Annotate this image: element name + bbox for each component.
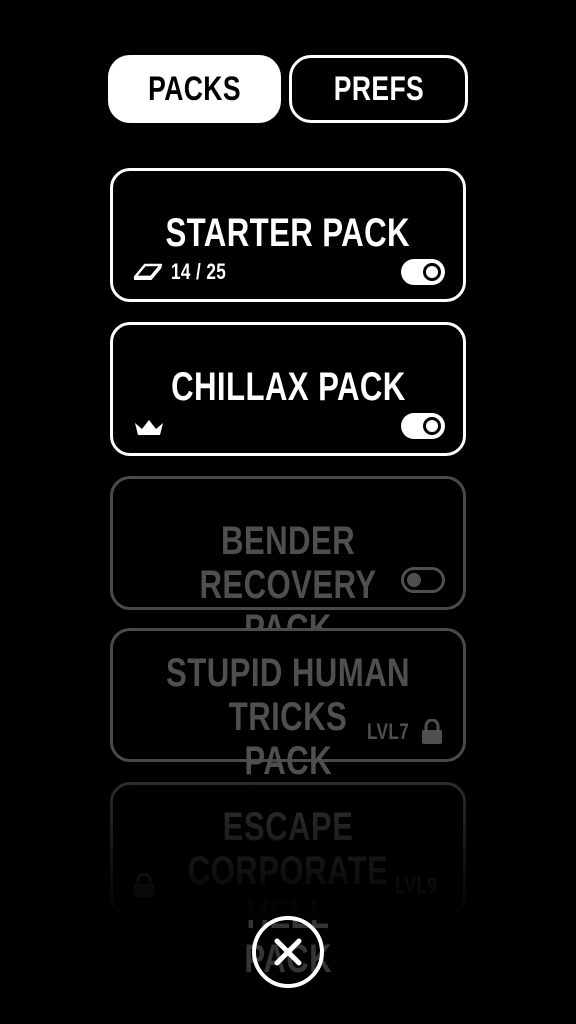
pack-card-chillax[interactable]: CHILLAX PACK [110, 322, 466, 456]
crown-icon [135, 420, 163, 435]
pack-progress-text: 14 / 25 [171, 259, 227, 284]
tab-bar: PACKS PREFS [108, 55, 468, 123]
pack-toggle[interactable] [401, 413, 445, 439]
pack-card-bender-recovery[interactable]: BENDER RECOVERY PACK [110, 476, 466, 651]
tab-prefs-label: PREFS [333, 69, 424, 108]
pack-card-starter[interactable]: STARTER PACK 14 / 25 [110, 168, 466, 302]
toggle-knob [423, 417, 441, 435]
pack-toggle[interactable] [401, 259, 445, 285]
card-icon [133, 263, 163, 280]
pack-card-escape-corporate-hell[interactable]: ESCAPE CORPORATE HELL PACK LVL9 [110, 782, 466, 981]
pack-title: CHILLAX PACK [170, 365, 406, 409]
tab-prefs[interactable]: PREFS [289, 55, 468, 123]
pack-title: STUPID HUMAN TRICKS PACK [166, 651, 410, 783]
pack-level-requirement: LVL7 [361, 719, 443, 745]
close-icon [274, 938, 302, 966]
toggle-knob [423, 263, 441, 281]
pack-card-stupid-human-tricks[interactable]: STUPID HUMAN TRICKS PACK LVL7 [110, 628, 466, 783]
pack-level-requirement: LVL9 [389, 873, 443, 899]
pack-title: STARTER PACK [165, 211, 411, 255]
tab-packs-label: PACKS [148, 69, 241, 108]
lock-icon [134, 873, 154, 898]
pack-toggle[interactable] [401, 567, 445, 593]
toggle-knob [407, 573, 421, 587]
lock-icon [422, 719, 442, 744]
close-button[interactable] [252, 916, 324, 988]
level-text: LVL7 [366, 719, 410, 744]
level-text: LVL9 [394, 873, 438, 898]
tab-packs[interactable]: PACKS [108, 55, 281, 123]
pack-progress: 14 / 25 [133, 259, 242, 285]
